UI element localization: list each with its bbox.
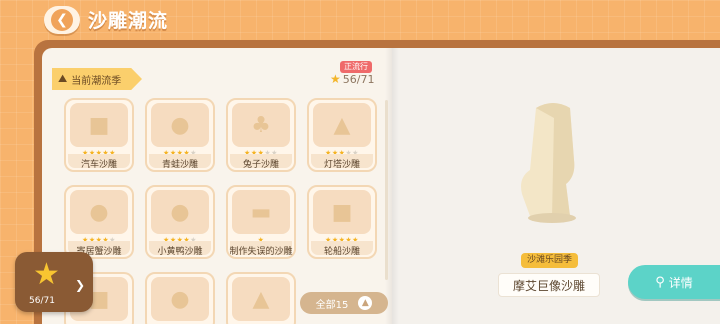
sculpture-thumbnail: ▲ bbox=[313, 103, 371, 147]
back-button[interactable]: ❮ bbox=[44, 6, 80, 34]
star-collection-button[interactable]: ★ 56/71 ❯ bbox=[15, 252, 93, 312]
sculpture-name: 汽车沙雕 bbox=[80, 160, 117, 170]
sculpture-thumbnail: ● bbox=[151, 103, 209, 147]
sculpture-name: 轮船沙雕 bbox=[323, 247, 360, 257]
sculpture-thumbnail: ● bbox=[70, 190, 128, 234]
preview-season-tag: 沙滩乐园季 bbox=[521, 253, 579, 268]
moai-statue-image bbox=[521, 103, 576, 223]
detail-button[interactable]: ⚲ 详情 bbox=[628, 265, 720, 299]
sculpture-name: 制作失误的沙雕 bbox=[229, 247, 293, 257]
detail-label: 详情 bbox=[668, 275, 693, 290]
header: ❮ 沙雕潮流 bbox=[0, 0, 720, 44]
sculpture-thumbnail: ▬ bbox=[232, 190, 290, 234]
scrollbar[interactable] bbox=[385, 100, 388, 280]
preview-item-name: 摩艾巨像沙雕 bbox=[498, 273, 600, 297]
sculpture-thumbnail: ▲ bbox=[232, 277, 290, 321]
sculpture-name: 青蛙沙雕 bbox=[161, 160, 198, 170]
sculpture-card[interactable]: ■ ★★★★★ 轮船沙雕 bbox=[307, 185, 377, 259]
star-icon: ★ bbox=[33, 257, 60, 292]
sculpture-card-partial[interactable]: ● bbox=[145, 272, 215, 324]
chevron-up-icon: ▲ bbox=[358, 296, 373, 310]
star-icon: ★ bbox=[330, 72, 341, 86]
sculpture-card[interactable]: ■ ★★★★★ 汽车沙雕 bbox=[64, 98, 134, 172]
sculpture-thumbnail: ■ bbox=[313, 190, 371, 234]
sculpture-name: 兔子沙雕 bbox=[242, 160, 279, 170]
show-all-label: 全部15 bbox=[315, 299, 349, 311]
chevron-right-icon: ❯ bbox=[74, 278, 85, 292]
current-season-tab: ⛰ 当前潮流季 bbox=[52, 68, 142, 90]
sculpture-thumbnail: ● bbox=[151, 277, 209, 321]
chevron-left-icon: ❮ bbox=[51, 9, 73, 31]
sculpture-card[interactable]: ● ★★★★★ 青蛙沙雕 bbox=[145, 98, 215, 172]
sculpture-card[interactable]: ● ★★★★★ 寄居蟹沙雕 bbox=[64, 185, 134, 259]
star-count: 56/71 bbox=[29, 296, 55, 306]
sculpture-name: 灯塔沙雕 bbox=[323, 160, 360, 170]
sculpture-card[interactable]: ● ★★★★★ 小黄鸭沙雕 bbox=[145, 185, 215, 259]
sculpture-card[interactable]: ▬ ★ 制作失误的沙雕 bbox=[226, 185, 296, 259]
search-icon: ⚲ bbox=[655, 274, 665, 290]
sculpture-card-partial[interactable]: ▲ bbox=[226, 272, 296, 324]
sculpture-card[interactable]: ▲ ★★★★★ 灯塔沙雕 bbox=[307, 98, 377, 172]
sculpture-name: 小黄鸭沙雕 bbox=[157, 247, 203, 257]
season-progress-value: 56/71 bbox=[342, 72, 375, 86]
show-all-button[interactable]: 全部15 ▲ bbox=[300, 292, 388, 314]
sculpture-card[interactable]: ♣ ★★★★★ 兔子沙雕 bbox=[226, 98, 296, 172]
sculpture-thumbnail: ● bbox=[151, 190, 209, 234]
sand-bucket-icon: ⛰ bbox=[58, 72, 68, 85]
sculpture-thumbnail: ♣ bbox=[232, 103, 290, 147]
page-title: 沙雕潮流 bbox=[88, 10, 169, 32]
current-season-label: 当前潮流季 bbox=[71, 75, 122, 87]
sculpture-thumbnail: ■ bbox=[70, 103, 128, 147]
season-progress: ★ 56/71 bbox=[330, 71, 374, 87]
